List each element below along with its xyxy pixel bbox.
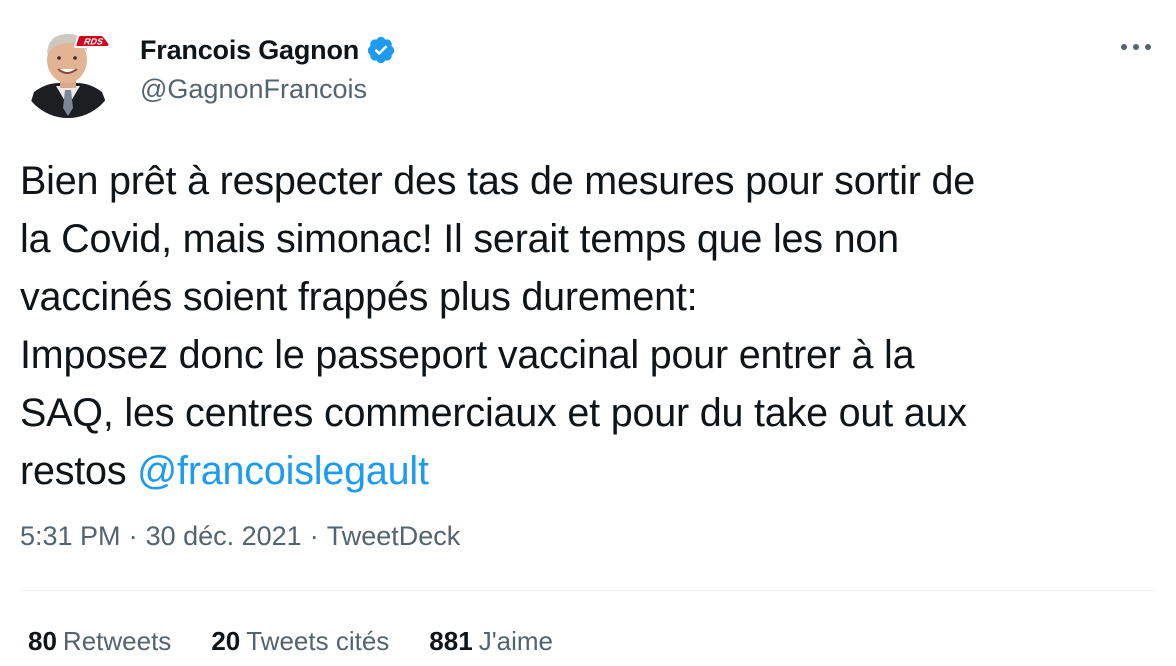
tweet-line: SAQ, les centres commerciaux et pour du …: [20, 391, 967, 435]
retweets-count: 80: [28, 626, 57, 656]
tweet-line: la Covid, mais simonac! Il serait temps …: [20, 217, 899, 261]
likes-stat[interactable]: 881 J'aime: [429, 626, 553, 657]
quotes-label: Tweets cités: [246, 626, 390, 656]
quotes-count: 20: [211, 626, 241, 656]
meta-separator: ·: [309, 521, 319, 551]
avatar-photo: RDS: [20, 22, 116, 118]
tweet-meta: 5:31 PM · 30 déc. 2021 · TweetDeck: [20, 521, 460, 552]
retweets-label: Retweets: [62, 626, 172, 656]
tweet-line: Imposez donc le passeport vaccinal pour …: [20, 333, 915, 377]
tweet-line: vaccinés soient frappés plus durement:: [20, 275, 698, 319]
tweet-line: Bien prêt à respecter des tas de mesures…: [20, 159, 976, 203]
tweet-time[interactable]: 5:31 PM: [20, 521, 121, 551]
tweet-text: Bien prêt à respecter des tas de mesures…: [20, 152, 1160, 500]
tweet-header: RDS Francois Gagnon @GagnonFrancois: [20, 22, 1156, 122]
author-handle[interactable]: @GagnonFrancois: [140, 74, 396, 105]
likes-count: 881: [429, 626, 473, 656]
author-display-name[interactable]: Francois Gagnon: [140, 35, 359, 66]
author-avatar[interactable]: RDS: [20, 22, 116, 118]
tweet-source[interactable]: TweetDeck: [327, 521, 461, 551]
avatar-logo: RDS: [82, 37, 104, 47]
mention-link[interactable]: @francoislegault: [137, 449, 429, 493]
tweet-date[interactable]: 30 déc. 2021: [146, 521, 302, 551]
engagement-stats: 80 Retweets 20 Tweets cités 881 J'aime: [28, 626, 593, 657]
more-options-icon[interactable]: [1116, 32, 1156, 62]
quote-tweets-stat[interactable]: 20 Tweets cités: [211, 626, 389, 657]
divider: [20, 590, 1156, 591]
verified-badge-icon: [366, 35, 396, 65]
author-names: Francois Gagnon @GagnonFrancois: [140, 32, 396, 105]
retweets-stat[interactable]: 80 Retweets: [28, 626, 171, 657]
likes-label: J'aime: [478, 626, 554, 656]
tweet-line-prefix: restos: [20, 449, 138, 493]
tweet-card: RDS Francois Gagnon @GagnonFrancois Bien…: [0, 0, 1176, 666]
display-name-row: Francois Gagnon: [140, 32, 396, 68]
meta-separator: ·: [128, 521, 138, 551]
tweet-line-last: restos @francoislegault: [20, 442, 1160, 500]
